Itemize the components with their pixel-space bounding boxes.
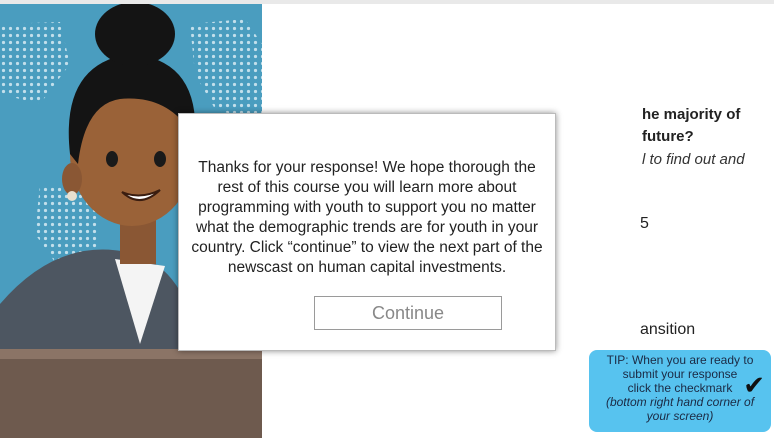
tip-line-2: submit your response	[622, 367, 738, 381]
question-line-1: he majority of	[642, 106, 741, 123]
feedback-dialog: Thanks for your response! We hope thorou…	[178, 113, 556, 351]
question-fragment-transition: ansition	[640, 321, 696, 338]
question-line-3: l to find out and	[642, 151, 745, 168]
checkmark-icon: ✔	[743, 370, 765, 400]
tip-line-1: TIP: When you are ready to	[606, 353, 754, 367]
tip-line-4: (bottom right hand corner of	[605, 395, 755, 409]
continue-button[interactable]: Continue	[314, 296, 502, 330]
feedback-message: Thanks for your response! We hope thorou…	[191, 159, 543, 276]
tip-line-5: your screen)	[646, 409, 714, 423]
tip-box: TIP: When you are ready to submit your r…	[589, 350, 771, 432]
tip-line-3: click the checkmark	[627, 381, 733, 395]
question-line-2: future?	[642, 128, 694, 145]
question-fragment-5: 5	[640, 215, 649, 232]
